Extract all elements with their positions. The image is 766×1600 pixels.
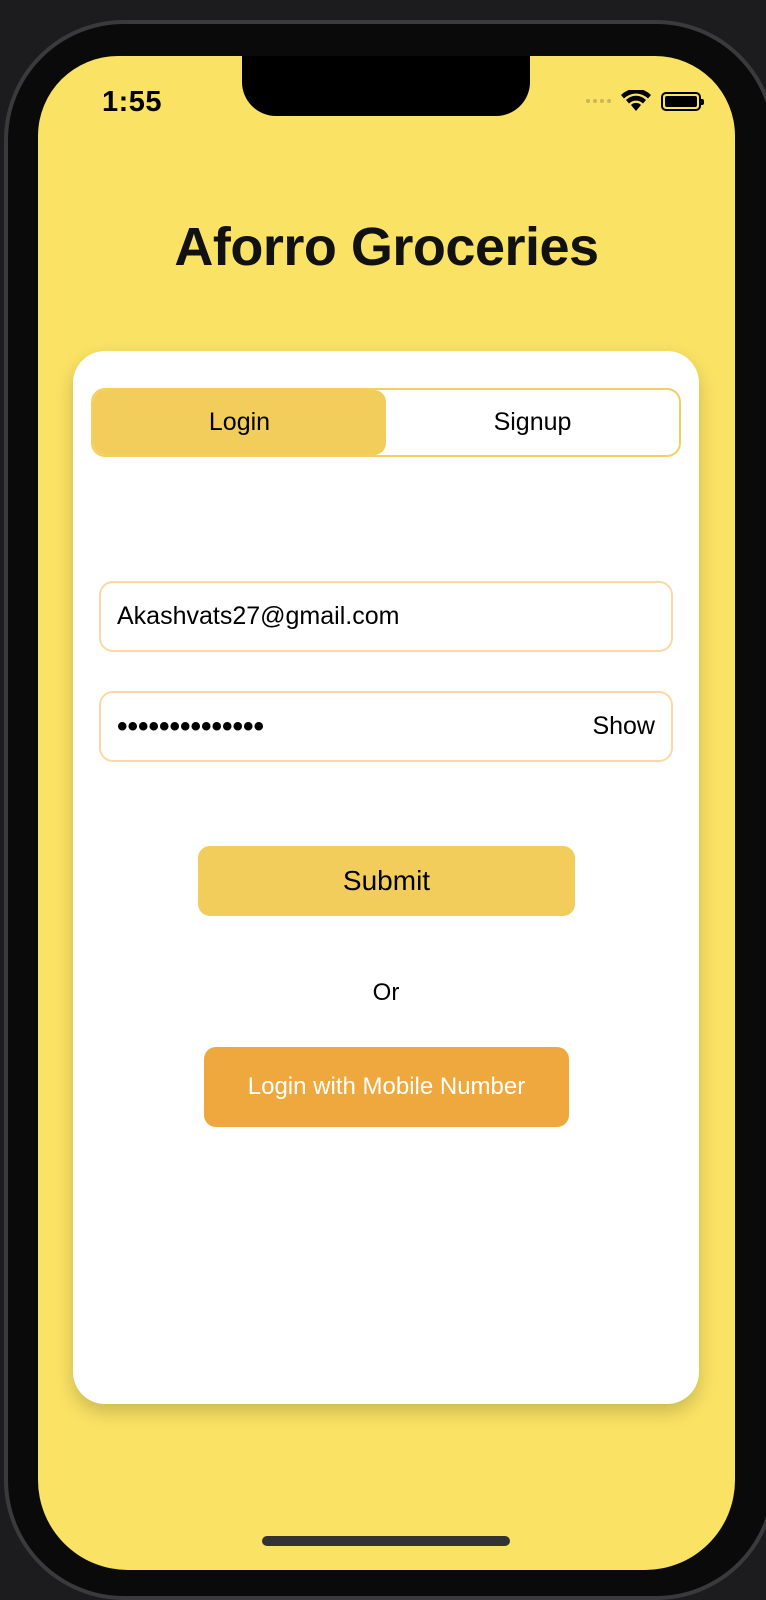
home-indicator[interactable] bbox=[262, 1536, 510, 1546]
notch bbox=[242, 56, 530, 116]
show-password-button[interactable]: Show bbox=[592, 712, 655, 741]
status-time: 1:55 bbox=[102, 86, 163, 118]
login-with-mobile-button[interactable]: Login with Mobile Number bbox=[204, 1047, 569, 1127]
or-divider-text: Or bbox=[372, 979, 400, 1006]
wifi-icon bbox=[621, 90, 651, 111]
status-icons bbox=[586, 86, 704, 116]
login-card: Login Signup Akashvats27@gmail.com •••••… bbox=[73, 351, 699, 1404]
cellular-signal-icon bbox=[586, 99, 611, 103]
email-field[interactable]: Akashvats27@gmail.com bbox=[99, 581, 673, 652]
submit-button[interactable]: Submit bbox=[198, 846, 575, 916]
battery-icon bbox=[661, 91, 704, 111]
tab-login[interactable]: Login bbox=[93, 390, 386, 455]
password-field[interactable]: •••••••••••••• Show bbox=[99, 691, 673, 762]
app-title: Aforro Groceries bbox=[174, 217, 599, 277]
app-screen: 1:55 Aforro Groceries Login Signup Akash… bbox=[38, 56, 735, 1570]
auth-tab-switcher: Login Signup bbox=[91, 388, 681, 457]
email-input-value: Akashvats27@gmail.com bbox=[117, 602, 400, 630]
password-input-value: •••••••••••••• bbox=[117, 709, 265, 743]
tab-signup[interactable]: Signup bbox=[386, 390, 679, 455]
